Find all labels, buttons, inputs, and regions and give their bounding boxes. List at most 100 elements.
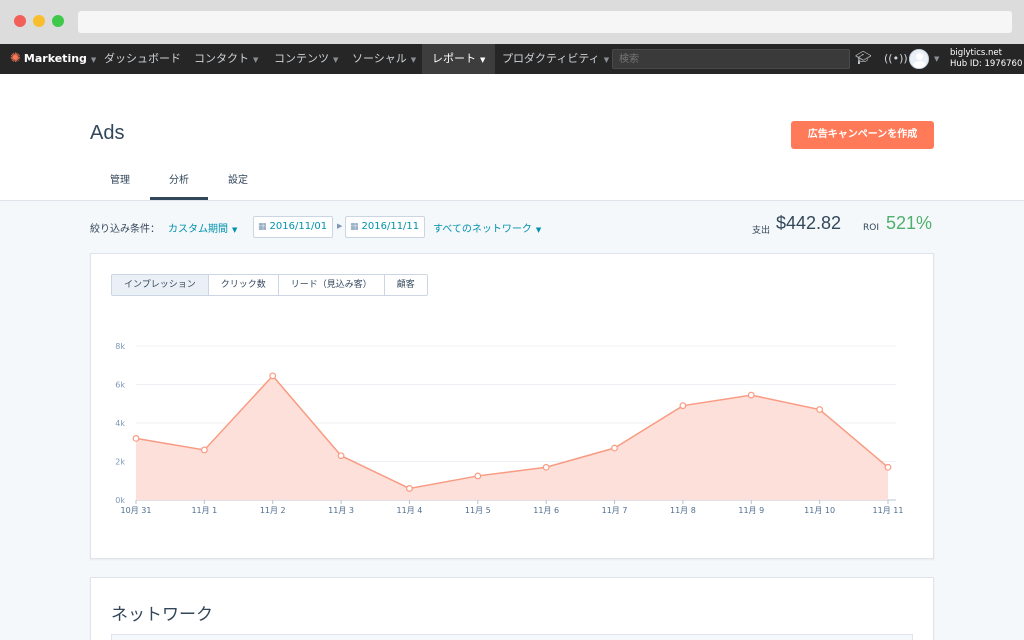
roi-value: 521% [886, 213, 933, 233]
network-dropdown[interactable]: すべてのネットワーク ▼ [433, 220, 541, 235]
data-point [406, 485, 413, 492]
metric-tab-customers[interactable]: 顧客 [383, 275, 427, 295]
data-point [269, 372, 277, 380]
chevron-down-icon[interactable]: ▼ [934, 44, 939, 74]
academy-graduation-cap-icon[interactable]: 🎓︎ [855, 44, 872, 74]
x-tick-label: 11月 6 [533, 506, 559, 515]
nav-item-label: コンテンツ [274, 52, 329, 65]
chevron-down-icon: ▼ [333, 56, 339, 64]
date-range-label: カスタム期間 [168, 224, 228, 235]
data-point [200, 446, 208, 454]
nav-item-social[interactable]: ソーシャル ▼ [352, 44, 416, 74]
x-tick-label: 11月 10 [804, 506, 835, 515]
network-section-title: ネットワーク [111, 605, 213, 625]
network-label: すべてのネットワーク [433, 224, 532, 235]
y-tick-label: 2k [115, 458, 125, 467]
maximize-window-button[interactable] [52, 15, 64, 27]
roi-label: ROI [863, 223, 879, 233]
nav-item-label: ソーシャル [352, 52, 407, 65]
account-domain: biglytics.net [950, 48, 1002, 58]
chevron-down-icon: ▼ [410, 56, 417, 64]
data-point [337, 452, 345, 460]
avatar-body [913, 61, 926, 68]
metric-tab-leads[interactable]: リード（見込み客） [277, 275, 384, 295]
chevron-down-icon: ▼ [90, 56, 97, 64]
start-date-value: 2016/11/01 [269, 221, 328, 232]
spend-label: 支出 [752, 226, 771, 236]
nav-item-content[interactable]: コンテンツ ▼ [274, 44, 338, 74]
impressions-chart: 0k 2k 4k 6k 8k 10月 31 11月 1 11月 2 11月 3 11月 4 11月 … [111, 314, 913, 524]
chevron-down-icon: ▼ [535, 226, 542, 234]
avatar-head [916, 53, 923, 60]
page-title: Ads [90, 122, 125, 144]
nav-brand-marketing[interactable]: ✺ Marketing ▼ [10, 44, 96, 74]
calendar-icon: ▦ [350, 222, 359, 232]
nav-item-label: ダッシュボード [104, 52, 181, 65]
nav-item-contacts[interactable]: コンタクト ▼ [194, 44, 258, 74]
chevron-down-icon: ▼ [480, 56, 486, 64]
x-tick-label: 11月 9 [738, 506, 764, 515]
x-tick-label: 11月 4 [397, 506, 423, 515]
end-date-value: 2016/11/11 [361, 221, 420, 232]
tab-manage[interactable]: 管理 [100, 170, 140, 200]
close-window-button[interactable] [14, 15, 26, 27]
x-tick-label: 11月 2 [260, 506, 286, 515]
top-nav: ✺ Marketing ▼ ダッシュボード コンタクト ▼ コンテンツ ▼ ソーシャル ▼… [0, 44, 1024, 74]
data-point [542, 463, 550, 471]
calendar-icon: ▦ [258, 222, 267, 232]
data-point [132, 434, 140, 442]
filter-label: 絞り込み条件： [90, 224, 160, 235]
nav-item-dashboard[interactable]: ダッシュボード [104, 44, 181, 74]
browser-chrome [0, 0, 1024, 44]
x-tick-label: 11月 8 [670, 506, 696, 515]
nav-brand-label: Marketing [23, 52, 87, 65]
data-point [816, 406, 824, 413]
x-tick-label: 11月 7 [602, 506, 628, 515]
account-hub-id: Hub ID: 1976760 [950, 59, 1023, 69]
start-date-input[interactable]: ▦ 2016/11/01 [253, 216, 333, 238]
chart-svg: 0k 2k 4k 6k 8k 10月 31 11月 1 11月 2 11月 3 11月 4 11月 … [111, 314, 913, 524]
metric-tab-clicks[interactable]: クリック数 [207, 275, 278, 295]
chevron-down-icon: ▼ [232, 226, 238, 234]
y-tick-label: 4k [115, 419, 125, 428]
network-card [90, 577, 934, 640]
data-point [679, 402, 687, 410]
nav-item-reports[interactable]: レポート ▼ [422, 44, 496, 74]
x-tick-label: 10月 31 [121, 506, 152, 515]
metric-tab-impressions[interactable]: インプレッション [112, 275, 208, 295]
y-tick-label: 6k [115, 381, 125, 390]
nav-item-label: コンタクト [194, 52, 249, 65]
x-tick-label: 11月 3 [328, 506, 354, 515]
tab-analyze[interactable]: 分析 [150, 170, 208, 200]
spend-value: $442.82 [776, 213, 842, 233]
page-header: Ads 広告キャンペーンを作成 管理 分析 設定 [0, 74, 1024, 201]
nav-item-label: プロダクティビティ [502, 52, 600, 65]
y-tick-label: 8k [115, 342, 125, 351]
data-point [747, 391, 755, 399]
date-range-dropdown[interactable]: カスタム期間 ▼ [168, 220, 237, 235]
hubspot-logo-icon: ✺ [10, 51, 21, 66]
notifications-broadcast-icon[interactable]: ((•)) [884, 44, 908, 74]
tab-settings[interactable]: 設定 [218, 170, 258, 200]
chevron-down-icon: ▼ [253, 56, 259, 64]
metric-toggle: インプレッション クリック数 リード（見込み客） 顧客 [111, 274, 428, 296]
nav-item-label: レポート [432, 52, 476, 65]
avatar[interactable] [909, 49, 929, 69]
network-table-header [111, 634, 913, 640]
x-tick-label: 11月 11 [873, 506, 904, 515]
data-point [611, 444, 618, 452]
chevron-down-icon: ▼ [603, 56, 610, 64]
create-ad-campaign-button[interactable]: 広告キャンペーンを作成 [791, 121, 934, 149]
end-date-input[interactable]: ▦ 2016/11/11 [345, 216, 425, 238]
x-tick-label: 11月 1 [191, 506, 217, 515]
account-info[interactable]: biglytics.net Hub ID: 1976760 [950, 48, 1022, 70]
nav-item-productivity[interactable]: プロダクティビティ ▼ [502, 44, 609, 74]
data-point [474, 472, 482, 480]
data-point [884, 463, 892, 471]
minimize-window-button[interactable] [33, 15, 45, 27]
x-tick-label: 11月 5 [465, 506, 491, 515]
y-tick-label: 0k [115, 496, 125, 505]
search-input[interactable] [612, 49, 850, 69]
address-bar[interactable] [78, 11, 1012, 33]
arrow-right-icon: ▶ [337, 222, 343, 230]
